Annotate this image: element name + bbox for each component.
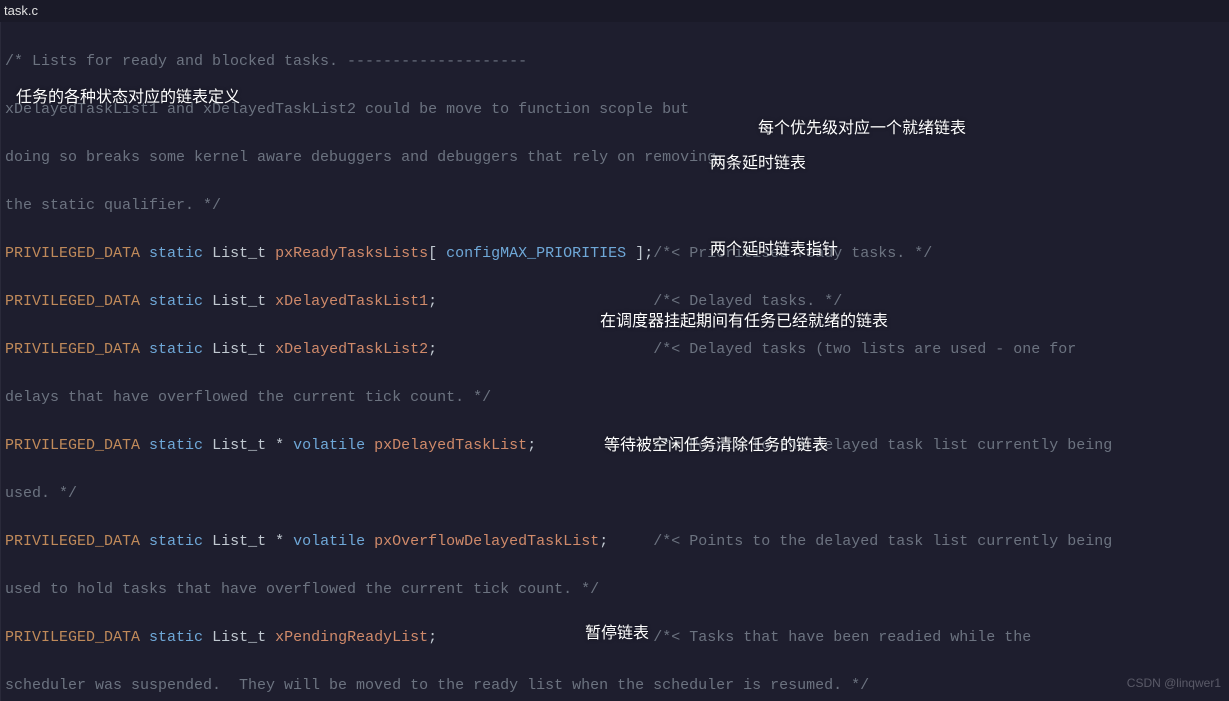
annotation-delayed: 两条延时链表 [710, 152, 806, 176]
tab-bar: task.c [0, 0, 1229, 22]
code-line: PRIVILEGED_DATA static List_t xDelayedTa… [5, 338, 1225, 362]
annotation-suspended: 暂停链表 [585, 622, 649, 646]
code-editor[interactable]: /* Lists for ready and blocked tasks. --… [0, 22, 1229, 701]
watermark: CSDN @linqwer1 [1127, 671, 1221, 695]
comment-line: /* Lists for ready and blocked tasks. --… [5, 50, 1225, 74]
tab-task-c[interactable]: task.c [4, 0, 38, 23]
comment-line: used to hold tasks that have overflowed … [5, 578, 1225, 602]
comment-line: doing so breaks some kernel aware debugg… [5, 146, 1225, 170]
code-line: PRIVILEGED_DATA static List_t pxReadyTas… [5, 242, 1225, 266]
annotation-delayptr: 两个延时链表指针 [710, 238, 838, 262]
comment-line: delays that have overflowed the current … [5, 386, 1225, 410]
comment-line: the static qualifier. */ [5, 194, 1225, 218]
annotation-ready: 每个优先级对应一个就绪链表 [758, 117, 966, 141]
comment-line: used. */ [5, 482, 1225, 506]
annotation-pending: 在调度器挂起期间有任务已经就绪的链表 [600, 310, 888, 334]
annotation-waitterm: 等待被空闲任务清除任务的链表 [604, 434, 828, 458]
annotation-states: 任务的各种状态对应的链表定义 [16, 86, 240, 110]
comment-line: scheduler was suspended. They will be mo… [5, 674, 1225, 698]
code-line: PRIVILEGED_DATA static List_t * volatile… [5, 530, 1225, 554]
